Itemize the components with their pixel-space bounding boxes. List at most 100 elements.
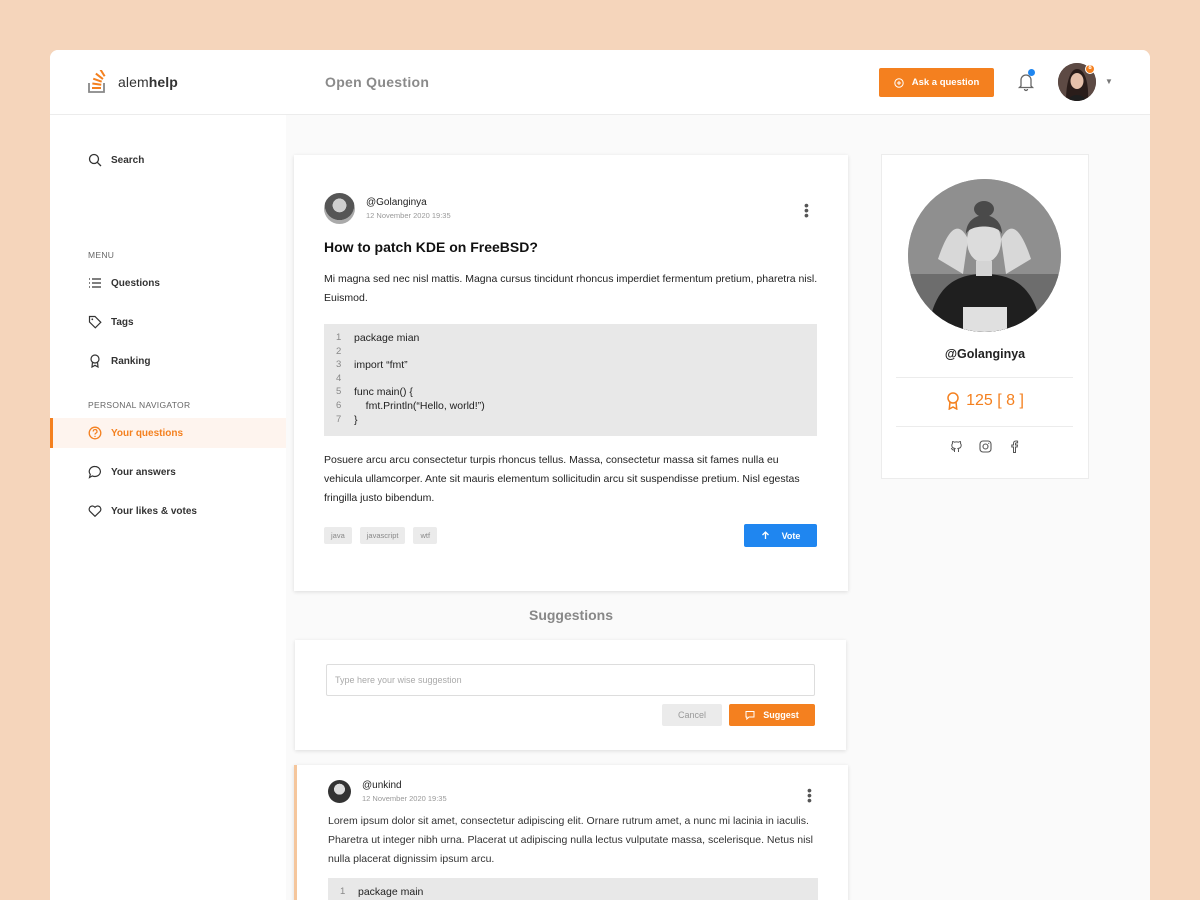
github-icon[interactable] [950,440,963,453]
code-line: 1 package main [340,886,818,900]
line-number: 4 [336,372,342,384]
suggest-button[interactable]: Suggest [729,704,815,726]
question-body: Mi magna sed nec nisl mattis. Magna curs… [324,273,818,304]
post-date: 12 November 2020 19:35 [362,794,447,803]
award-icon [947,392,959,410]
question-title: How to patch KDE on FreeBSD? [324,239,538,255]
profile-card: @Golanginya 125 [ 8 ] [882,155,1088,478]
chat-bubble-icon [745,711,755,720]
sidebar-item-label: Tags [111,316,134,328]
profile-name: @Golanginya [944,347,1026,361]
page-title: Open Question [325,74,430,90]
avatar-badge: 8 [1085,64,1095,74]
score-value: 125 [ 8 ] [966,392,1024,409]
line-number: 5 [336,386,342,398]
sidebar-item-ranking[interactable]: Ranking [50,346,286,376]
answer-author: @unkind 12 November 2020 19:35 [328,780,447,803]
code-text: fmt.Println(“Hello, world!”) [354,399,485,412]
plus-circle-icon [894,77,904,88]
code-text: func main() { [354,386,413,399]
sidebar-item-label: Search [111,154,145,166]
ask-question-button[interactable]: Ask a question [879,68,994,97]
question-author: @Golanginya 12 November 2020 19:35 [324,193,451,224]
sidebar-item-label: Ranking [111,355,151,367]
answer-card: @unkind 12 November 2020 19:35 • • • Lorem… [294,765,848,900]
menu-heading: MENU [88,250,115,260]
line-number: 7 [336,413,342,425]
code-line: 2 [336,346,817,360]
tag-chip[interactable]: wtf [413,527,438,544]
code-line: 4 [336,373,817,387]
vote-button[interactable]: Vote [744,524,817,547]
heart-icon [88,505,102,518]
code-block: 1 package mian 2 3 import “fmt” 4 5 func ma… [324,324,817,436]
line-number: 2 [336,345,342,357]
author-name[interactable]: @unkind [362,780,447,791]
search-icon [88,153,102,167]
kebab-icon[interactable]: • • • [804,198,809,222]
vote-label: Vote [781,530,801,541]
cancel-button[interactable]: Cancel [662,704,722,726]
brand-prefix: alem [118,74,149,90]
app-window: alemhelp Open Question Ask a question 8 … [50,50,1150,900]
sidebar-item-your-questions[interactable]: Your questions [50,418,286,448]
facebook-icon[interactable] [1008,440,1021,453]
sidebar-item-your-answers[interactable]: Your answers [50,457,286,487]
divider [896,377,1073,378]
sidebar-item-label: Your likes & votes [111,505,197,517]
tag-list: java javascript wtf [324,527,438,544]
sidebar-item-tags[interactable]: Tags [50,307,286,337]
profile-photo [908,179,1061,332]
code-line: 1 package mian [336,332,817,346]
author-avatar[interactable] [324,193,355,224]
code-block: 1 package main [328,878,818,900]
code-line: 7} [336,414,817,428]
code-line: 5 func main() { [336,386,817,400]
notification-dot [1028,69,1035,76]
suggestion-input[interactable] [326,664,815,696]
line-number: 6 [336,399,342,411]
brand-suffix: help [148,74,178,90]
code-text: import “fmt” [354,359,408,372]
list-icon [89,278,101,288]
chevron-down-icon[interactable]: ▼ [1105,77,1113,86]
divider [896,426,1073,427]
top-bar: alemhelp Open Question Ask a question 8 … [50,50,1150,115]
ask-question-label: Ask a question [911,77,980,88]
brand-name: alemhelp [118,74,178,90]
author-name[interactable]: @Golanginya [366,197,451,208]
sidebar-item-search[interactable]: Search [50,145,286,175]
code-text: } [354,413,358,426]
tag-icon [88,315,102,329]
question-body-continued: Posuere arcu arcu consectetur turpis rho… [324,454,800,504]
suggestion-form: Cancel Suggest [295,640,846,750]
sidebar-item-label: Questions [111,277,160,289]
code-line: 3 import “fmt” [336,359,817,373]
sidebar: Search MENU Questions Tags Ranking PERSO… [50,115,286,900]
instagram-icon[interactable] [978,440,992,453]
answer-body: Lorem ipsum dolor sit amet, consectetur … [328,815,814,865]
profile-avatar[interactable] [908,179,1061,332]
question-card: @Golanginya 12 November 2020 19:35 • • • H… [294,155,848,591]
logo[interactable]: alemhelp [88,70,178,94]
code-text: package mian [354,332,420,344]
personal-navigator-heading: PERSONAL NAVIGATOR [88,400,191,410]
author-avatar[interactable] [328,780,351,803]
suggest-label: Suggest [763,710,799,720]
post-date: 12 November 2020 19:35 [366,211,451,220]
sidebar-item-label: Your answers [111,466,176,478]
line-number: 3 [336,359,342,371]
code-text: package main [358,886,424,898]
tag-chip[interactable]: java [324,527,352,544]
sidebar-item-your-likes-votes[interactable]: Your likes & votes [50,496,286,526]
code-line: 6 fmt.Println(“Hello, world!”) [336,400,817,414]
question-circle-icon [88,426,102,440]
chat-bubble-icon [88,465,101,479]
kebab-icon[interactable]: • • • [807,783,812,807]
sidebar-item-label: Your questions [111,427,184,439]
stack-logo-icon [88,70,106,93]
sidebar-item-questions[interactable]: Questions [50,268,286,298]
tag-chip[interactable]: javascript [359,527,406,544]
profile-score: 125 [ 8 ] [882,392,1088,410]
award-icon [90,354,100,368]
